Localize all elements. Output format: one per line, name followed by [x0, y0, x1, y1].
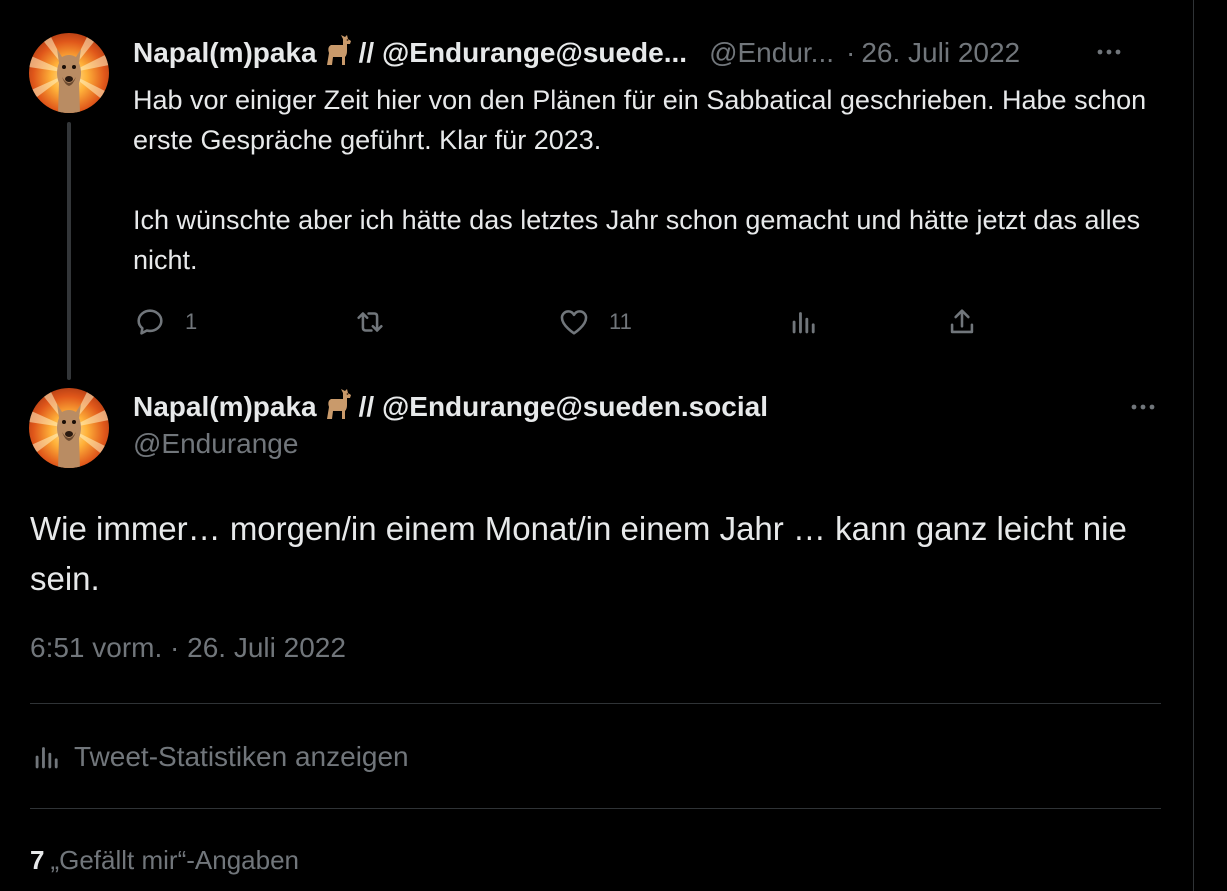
more-options-button[interactable]	[1091, 34, 1127, 70]
handle[interactable]: @Endurange	[133, 428, 298, 460]
tweet-paragraph: Hab vor einiger Zeit hier von den Plänen…	[133, 85, 1147, 155]
reply-count: 1	[185, 309, 198, 334]
tweet-header: Napal(m)paka // @Endurange@suede... @End…	[133, 33, 1020, 73]
tweet-paragraph: Ich wünschte aber ich hätte das letztes …	[133, 205, 1141, 275]
likes-count: 7	[30, 845, 45, 875]
tweet-timestamp[interactable]: 6:51 vorm. · 26. Juli 2022	[30, 632, 346, 664]
more-options-button[interactable]	[1125, 389, 1161, 425]
timeline-right-border	[1193, 0, 1194, 891]
stats-link-label: Tweet-Statistiken anzeigen	[74, 741, 409, 772]
likes-label: „Gefällt mir“-Angaben	[50, 845, 300, 875]
avatar[interactable]	[29, 388, 109, 468]
divider	[30, 808, 1161, 809]
avatar-image	[29, 33, 109, 113]
thread-connector-line	[67, 122, 71, 380]
more-dots-icon	[1131, 404, 1155, 410]
tweet-header: Napal(m)paka // @Endurange@sueden.social	[133, 387, 768, 427]
retweet-icon	[357, 312, 383, 332]
more-dots-icon	[1097, 49, 1121, 55]
analytics-icon	[35, 747, 58, 769]
share-icon	[950, 309, 974, 334]
reply-button[interactable]: 1	[133, 300, 197, 344]
llama-emoji-icon	[321, 387, 355, 428]
llama-emoji-icon	[321, 33, 355, 74]
tweet-date[interactable]: 26. Juli 2022	[861, 37, 1020, 69]
analytics-icon	[792, 312, 815, 334]
tweet-text: Hab vor einiger Zeit hier von den Plänen…	[133, 80, 1173, 280]
handle[interactable]: @Endur...	[709, 37, 834, 69]
display-name[interactable]: Napal(m)paka	[133, 391, 317, 423]
avatar[interactable]	[29, 33, 109, 113]
likes-summary[interactable]: 7 „Gefällt mir“-Angaben	[30, 845, 299, 876]
like-count: 11	[609, 309, 632, 334]
like-button[interactable]: 11	[557, 300, 632, 344]
tweet-actions: 1 11	[133, 300, 1013, 344]
avatar-image	[29, 388, 109, 468]
display-name-suffix[interactable]: // @Endurange@sueden.social	[359, 391, 768, 423]
reply-icon	[137, 309, 163, 335]
retweet-button[interactable]	[353, 300, 387, 344]
display-name[interactable]: Napal(m)paka	[133, 37, 317, 69]
divider	[30, 703, 1161, 704]
heart-icon	[560, 310, 588, 335]
views-button[interactable]	[787, 300, 821, 344]
parent-tweet[interactable]: Napal(m)paka // @Endurange@suede... @End…	[0, 0, 1193, 380]
tweet-text: Wie immer… morgen/in einem Monat/in eine…	[30, 510, 1127, 597]
separator-dot: ·	[846, 37, 856, 68]
share-button[interactable]	[945, 300, 979, 344]
tweet-stats-link[interactable]: Tweet-Statistiken anzeigen	[30, 736, 409, 778]
display-name-suffix[interactable]: // @Endurange@suede...	[359, 37, 687, 69]
